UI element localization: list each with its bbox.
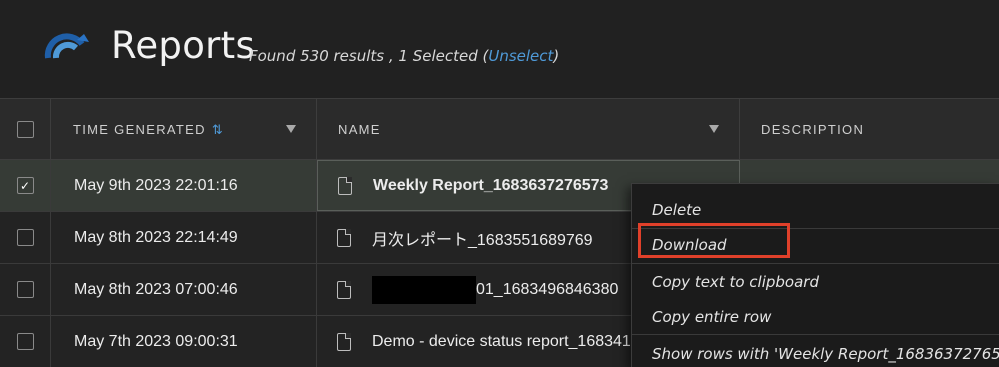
column-header-time[interactable]: TIME GENERATED ⇅	[51, 99, 317, 160]
report-name: Demo - device status report_168341	[372, 332, 631, 350]
column-header-description[interactable]: DESCRIPTION	[740, 99, 999, 160]
menu-item-copy-row[interactable]: Copy entire row	[632, 299, 999, 334]
pdf-file-icon	[337, 280, 351, 299]
results-count-text: Found 530 results , 1 Selected (	[249, 47, 489, 65]
filter-icon[interactable]	[286, 125, 296, 133]
unselect-link[interactable]: Unselect	[488, 47, 553, 65]
column-header-name[interactable]: NAME	[317, 99, 740, 160]
sort-icon[interactable]: ⇅	[212, 122, 223, 138]
context-menu: Delete Download Copy text to clipboard C…	[631, 183, 999, 367]
header-select-all-cell	[0, 99, 51, 160]
row-select-cell	[0, 316, 51, 367]
row-checkbox[interactable]	[16, 281, 34, 298]
table-header: TIME GENERATED ⇅ NAME DESCRIPTION	[0, 98, 999, 160]
pdf-file-icon	[337, 228, 351, 247]
summary-suffix: )	[553, 47, 560, 65]
report-name: 月次レポート_1683551689769	[372, 231, 593, 249]
report-name: 01_1683496846380	[476, 280, 619, 298]
results-summary: Found 530 results , 1 Selected (Unselect…	[249, 47, 559, 65]
menu-divider	[632, 334, 999, 335]
redaction-block	[372, 275, 476, 304]
time-cell: May 7th 2023 09:00:31	[51, 316, 317, 367]
select-all-checkbox[interactable]	[16, 121, 34, 138]
report-name: Weekly Report_1683637276573	[373, 176, 609, 194]
menu-item-copy-text[interactable]: Copy text to clipboard	[632, 264, 999, 299]
menu-item-delete[interactable]: Delete	[632, 192, 999, 227]
brand-logo-icon	[44, 33, 89, 59]
row-checkbox-checked[interactable]: ✓	[16, 177, 34, 194]
time-cell: May 8th 2023 22:14:49	[51, 212, 317, 263]
filter-icon[interactable]	[709, 125, 719, 133]
column-label-description: DESCRIPTION	[761, 122, 865, 137]
column-label-time: TIME GENERATED	[73, 122, 206, 137]
menu-item-download[interactable]: Download	[632, 227, 999, 262]
row-select-cell: ✓	[0, 160, 51, 211]
row-select-cell	[0, 212, 51, 263]
row-checkbox[interactable]	[16, 333, 34, 350]
menu-item-show-rows[interactable]: Show rows with 'Weekly Report_1683637276…	[632, 336, 999, 367]
time-cell: May 9th 2023 22:01:16	[51, 160, 317, 211]
page-header: Reports Found 530 results , 1 Selected (…	[0, 0, 999, 98]
file-icon	[337, 332, 351, 351]
column-label-name: NAME	[338, 122, 381, 137]
page-title: Reports	[111, 24, 256, 67]
row-select-cell	[0, 264, 51, 315]
time-cell: May 8th 2023 07:00:46	[51, 264, 317, 315]
row-checkbox[interactable]	[16, 229, 34, 246]
pdf-file-icon	[338, 176, 352, 195]
